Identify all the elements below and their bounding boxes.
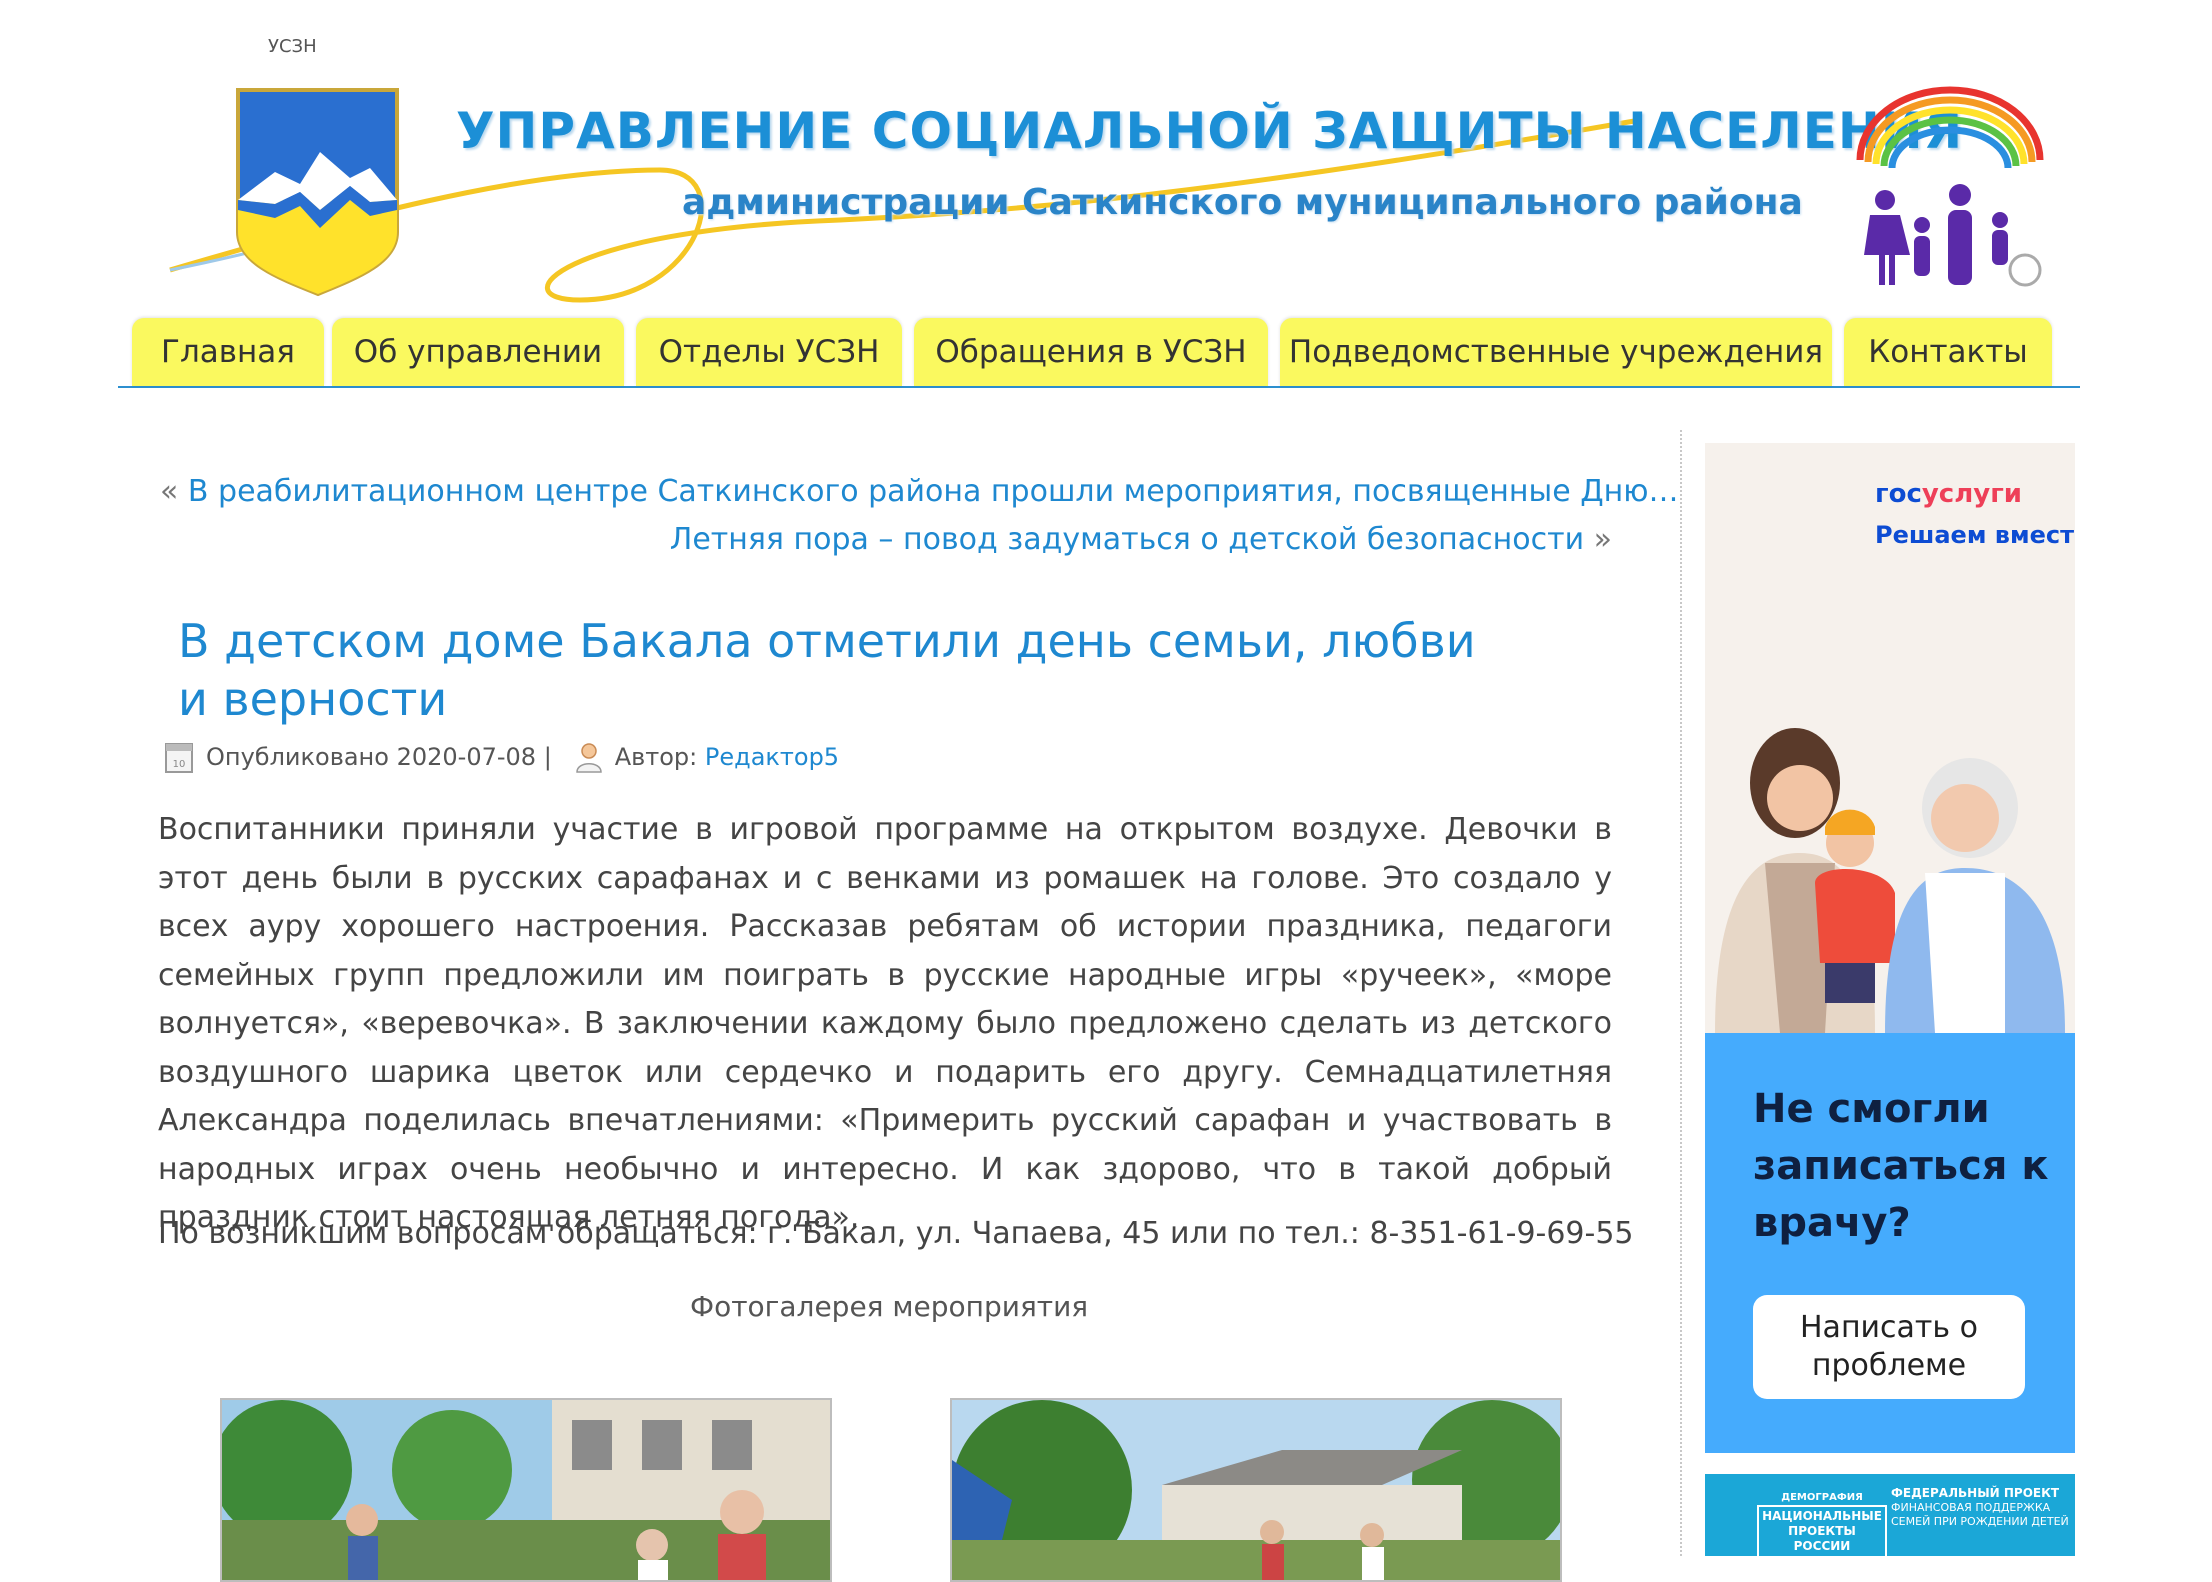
- national-projects-banner[interactable]: ДЕМОГРАФИЯ НАЦИОНАЛЬНЫЕ ПРОЕКТЫ РОССИИ Ф…: [1705, 1474, 2075, 1556]
- coat-of-arms-icon[interactable]: [230, 82, 405, 297]
- gallery-caption: Фотогалерея мероприятия: [690, 1290, 1089, 1323]
- site-title: УПРАВЛЕНИЕ СОЦИАЛЬНОЙ ЗАЩИТЫ НАСЕЛЕНИЯ: [456, 102, 1964, 160]
- sidebar-divider: [1680, 430, 1682, 1556]
- calendar-icon: 10: [165, 743, 193, 773]
- site-subtitle: администрации Саткинского муниципального…: [682, 182, 1803, 223]
- prev-post-title[interactable]: В реабилитационном центре Саткинского ра…: [188, 474, 1679, 509]
- post-date: 2020-07-08: [396, 743, 537, 771]
- nav-contacts[interactable]: Контакты: [1844, 318, 2052, 386]
- nav-departments[interactable]: Отделы УСЗН: [636, 318, 902, 386]
- post-title: В детском доме Бакала отметили день семь…: [178, 614, 1476, 726]
- federal-project-text: ФЕДЕРАЛЬНЫЙ ПРОЕКТ ФИНАНСОВАЯ ПОДДЕРЖКА …: [1891, 1486, 2069, 1528]
- family-rainbow-logo-icon: [1856, 86, 2044, 287]
- gosuslugi-panel: Не смогли записаться к врачу? Написать о…: [1705, 1033, 2075, 1453]
- svg-text:10: 10: [173, 759, 186, 770]
- post-body: Воспитанники приняли участие в игровой п…: [158, 812, 1612, 1235]
- published-label: Опубликовано: [206, 743, 389, 771]
- next-arrow: »: [1593, 522, 1612, 557]
- author-icon: [575, 743, 602, 773]
- gosuslugi-headline: Не смогли записаться к врачу?: [1753, 1086, 2049, 1246]
- next-post-link[interactable]: Летняя пора – повод задуматься о детской…: [670, 522, 1612, 557]
- photo-outdoor-children-icon: [222, 1400, 830, 1580]
- nav-home[interactable]: Главная: [132, 318, 324, 386]
- nav-about[interactable]: Об управлении: [332, 318, 624, 386]
- report-problem-button[interactable]: Написать о проблеме: [1753, 1295, 2025, 1399]
- gallery-photo-1[interactable]: [220, 1398, 832, 1582]
- main-nav: Главная Об управлении Отделы УСЗН Обраще…: [118, 318, 2080, 388]
- meta-separator: |: [543, 743, 552, 771]
- site-header: УПРАВЛЕНИЕ СОЦИАЛЬНОЙ ЗАЩИТЫ НАСЕЛЕНИЯ а…: [120, 60, 2090, 303]
- gosuslugi-tagline: Решаем вместе: [1875, 521, 2075, 549]
- author-label: Автор:: [614, 743, 698, 771]
- post-contact: По возникшим вопросам обращаться: г. Бак…: [158, 1216, 1634, 1251]
- gosuslugi-logo: госуслуги: [1875, 479, 2023, 509]
- family-illustration-icon: [1715, 728, 2065, 1033]
- gosuslugi-banner[interactable]: госуслуги Решаем вместе Не смогли записа…: [1705, 443, 2075, 1453]
- prev-arrow: «: [160, 474, 179, 509]
- gallery-photo-2[interactable]: [950, 1398, 1562, 1582]
- next-post-title[interactable]: Летняя пора – повод задуматься о детской…: [670, 522, 1584, 557]
- post-meta: 10 Опубликовано 2020-07-08 | Автор: Реда…: [164, 740, 839, 774]
- nav-appeals[interactable]: Обращения в УСЗН: [914, 318, 1268, 386]
- site-tag: УСЗН: [268, 36, 317, 57]
- nav-subordinate[interactable]: Подведомственные учреждения: [1280, 318, 1832, 386]
- national-projects-logo: ДЕМОГРАФИЯ НАЦИОНАЛЬНЫЕ ПРОЕКТЫ РОССИИ: [1757, 1490, 1887, 1556]
- prev-post-link[interactable]: « В реабилитационном центре Саткинского …: [160, 474, 1679, 509]
- author-link[interactable]: Редактор5: [705, 743, 839, 771]
- photo-playground-icon: [952, 1400, 1560, 1580]
